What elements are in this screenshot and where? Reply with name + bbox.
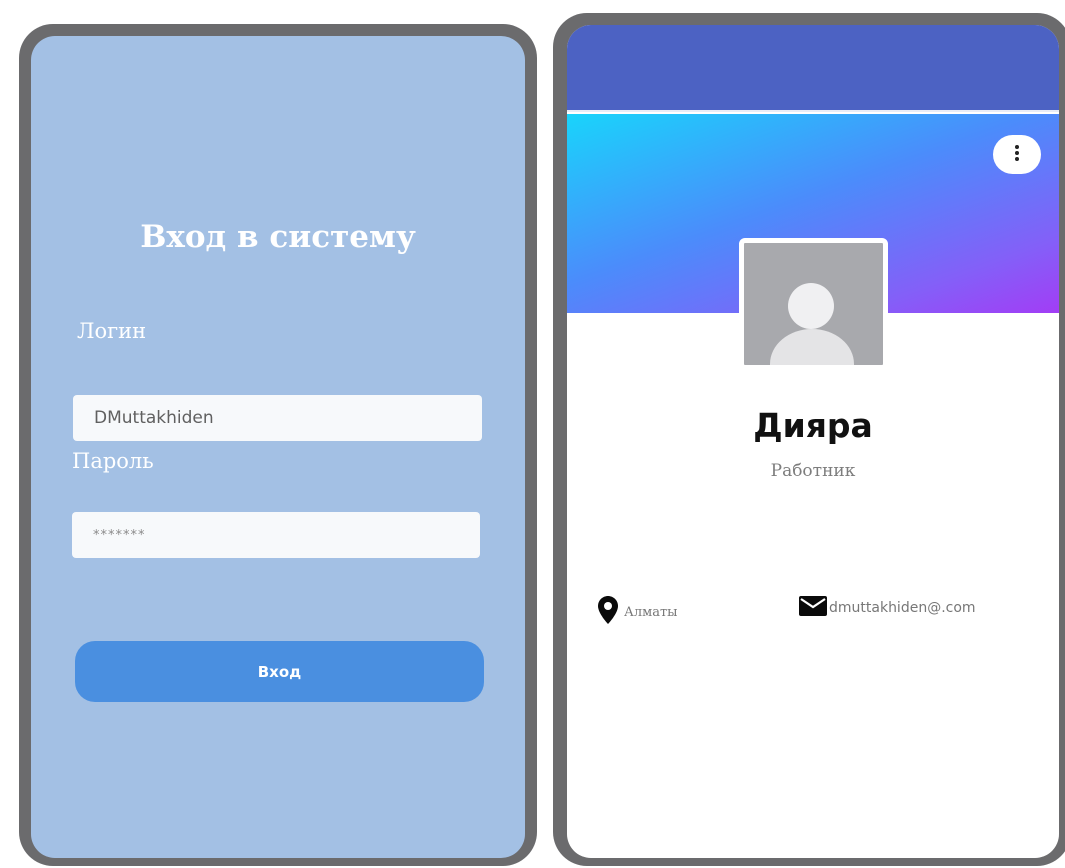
envelope-icon [799,596,827,620]
login-device-frame: Вход в систему Логин Пароль Вход [19,24,537,866]
login-input[interactable] [73,395,482,441]
profile-device-frame: Дияра Работник Алматы dmuttakhiden@.com [553,13,1065,866]
avatar[interactable] [739,238,888,370]
map-pin-icon [598,596,618,628]
email-info[interactable]: dmuttakhiden@.com [799,596,976,620]
login-button[interactable]: Вход [75,641,484,702]
profile-screen: Дияра Работник Алматы dmuttakhiden@.com [567,25,1059,858]
more-options-button[interactable] [993,135,1041,174]
profile-role: Работник [770,461,856,481]
location-text: Алматы [624,604,678,620]
password-input[interactable] [72,512,480,558]
login-screen: Вход в систему Логин Пароль Вход [31,36,525,858]
password-label: Пароль [72,449,154,473]
location-info: Алматы [598,596,678,628]
email-text: dmuttakhiden@.com [829,600,976,616]
login-label: Логин [77,319,147,343]
profile-name: Дияра [753,406,873,445]
top-app-bar [567,25,1059,112]
more-vertical-icon [1014,144,1020,165]
login-title: Вход в систему [140,219,416,255]
